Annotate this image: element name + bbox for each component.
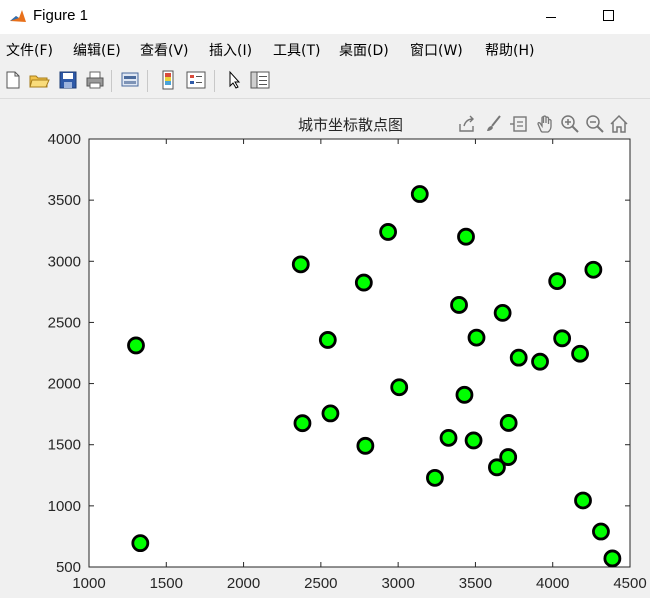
scatter-point: [293, 414, 312, 433]
scatter-point: [509, 348, 528, 367]
scatter-point: [354, 273, 373, 292]
scatter-point: [426, 468, 444, 487]
x-tick-label: 1000: [72, 575, 105, 592]
scatter-point: [499, 414, 518, 432]
x-tick-label: 4000: [536, 575, 569, 592]
scatter-point: [131, 534, 150, 553]
x-tick-label: 4500: [613, 575, 646, 592]
home-icon[interactable]: [609, 114, 629, 134]
scatter-point: [318, 331, 337, 349]
scatter-point: [455, 385, 474, 404]
scatter-point: [493, 303, 512, 322]
scatter-point: [571, 344, 589, 363]
x-tick-label: 2500: [304, 575, 337, 592]
scatter-point: [379, 223, 397, 241]
export-icon[interactable]: [457, 114, 477, 134]
scatter-point: [439, 428, 458, 447]
scatter-point: [127, 336, 145, 355]
x-tick-label: 3500: [459, 575, 492, 592]
x-tick-label: 3000: [381, 575, 414, 592]
scatter-point: [464, 431, 483, 450]
pan-icon[interactable]: [535, 114, 555, 134]
plot-area: [88, 138, 631, 568]
scatter-point: [548, 272, 567, 290]
scatter-point: [584, 260, 603, 279]
chart-title: 城市坐标散点图: [298, 116, 404, 134]
x-tick-label: 2000: [227, 575, 260, 592]
scatter-point: [592, 522, 610, 541]
scatter-point: [321, 404, 340, 423]
scatter-point: [356, 436, 375, 455]
scatter-point: [457, 227, 475, 246]
scatter-chart: 1000 1500 2000 2500 3000 3500 4000 450050010001…: [48, 131, 647, 592]
scatter-point: [531, 352, 549, 371]
scatter-point: [390, 378, 409, 397]
y-tick-label: 3500: [48, 192, 81, 209]
scatter-point: [467, 328, 486, 347]
scatter-point: [291, 255, 310, 274]
zoom-out-icon[interactable]: [585, 114, 605, 134]
scatter-point: [410, 185, 429, 203]
scatter-point: [499, 448, 518, 466]
y-tick-label: 1000: [48, 498, 81, 515]
y-tick-label: 500: [56, 559, 81, 576]
scatter-point: [574, 491, 592, 510]
data-tips-icon[interactable]: [509, 114, 529, 134]
zoom-in-icon[interactable]: [560, 114, 580, 134]
y-tick-label: 4000: [48, 131, 81, 148]
x-tick-label: 1500: [150, 575, 183, 592]
y-tick-label: 1500: [48, 437, 81, 454]
brush-icon[interactable]: [483, 114, 503, 134]
y-tick-label: 2500: [48, 314, 81, 331]
scatter-point: [603, 549, 622, 568]
scatter-point: [553, 329, 572, 348]
y-tick-label: 3000: [48, 253, 81, 270]
scatter-point: [450, 296, 468, 314]
y-tick-label: 2000: [48, 376, 81, 393]
